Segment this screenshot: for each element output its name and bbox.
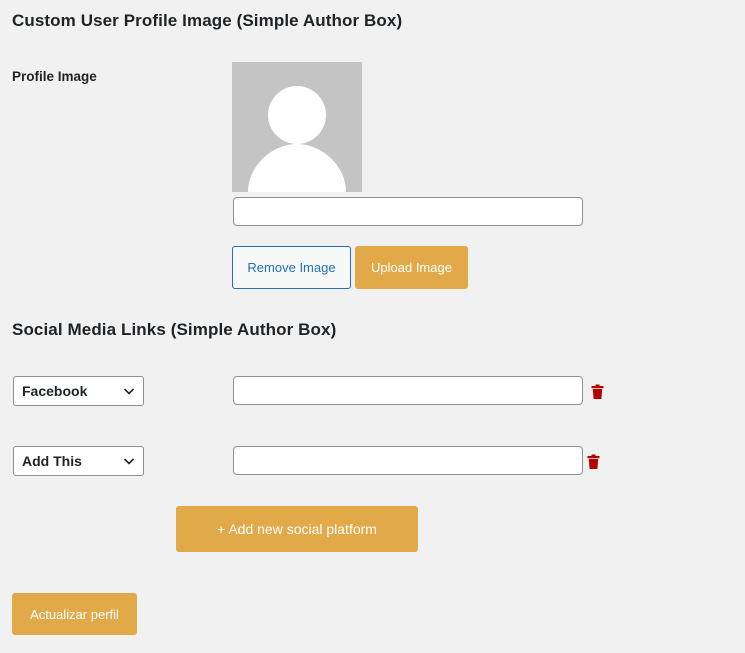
social-url-input-2[interactable] bbox=[233, 446, 583, 475]
upload-image-button[interactable]: Upload Image bbox=[355, 246, 468, 289]
profile-page: Custom User Profile Image (Simple Author… bbox=[0, 0, 745, 653]
social-platform-select-1-value: Facebook bbox=[22, 383, 88, 399]
social-platform-select-1[interactable]: Facebook bbox=[13, 376, 144, 406]
trash-icon[interactable] bbox=[587, 454, 600, 469]
section-title-social-media-links: Social Media Links (Simple Author Box) bbox=[12, 320, 337, 339]
trash-icon[interactable] bbox=[591, 384, 604, 399]
section-title-profile-image: Custom User Profile Image (Simple Author… bbox=[12, 11, 403, 30]
update-profile-button[interactable]: Actualizar perfil bbox=[12, 593, 137, 635]
chevron-down-icon bbox=[123, 458, 135, 465]
chevron-down-icon bbox=[123, 388, 135, 395]
user-silhouette-icon bbox=[248, 86, 346, 192]
social-platform-select-2[interactable]: Add This bbox=[13, 446, 144, 476]
add-social-platform-button[interactable]: + Add new social platform bbox=[176, 506, 418, 552]
profile-image-label: Profile Image bbox=[12, 69, 97, 84]
social-platform-select-2-value: Add This bbox=[22, 453, 82, 469]
profile-image-url-input[interactable] bbox=[233, 197, 583, 226]
social-url-input-1[interactable] bbox=[233, 376, 583, 405]
avatar-placeholder bbox=[232, 62, 362, 192]
remove-image-button[interactable]: Remove Image bbox=[232, 246, 351, 289]
